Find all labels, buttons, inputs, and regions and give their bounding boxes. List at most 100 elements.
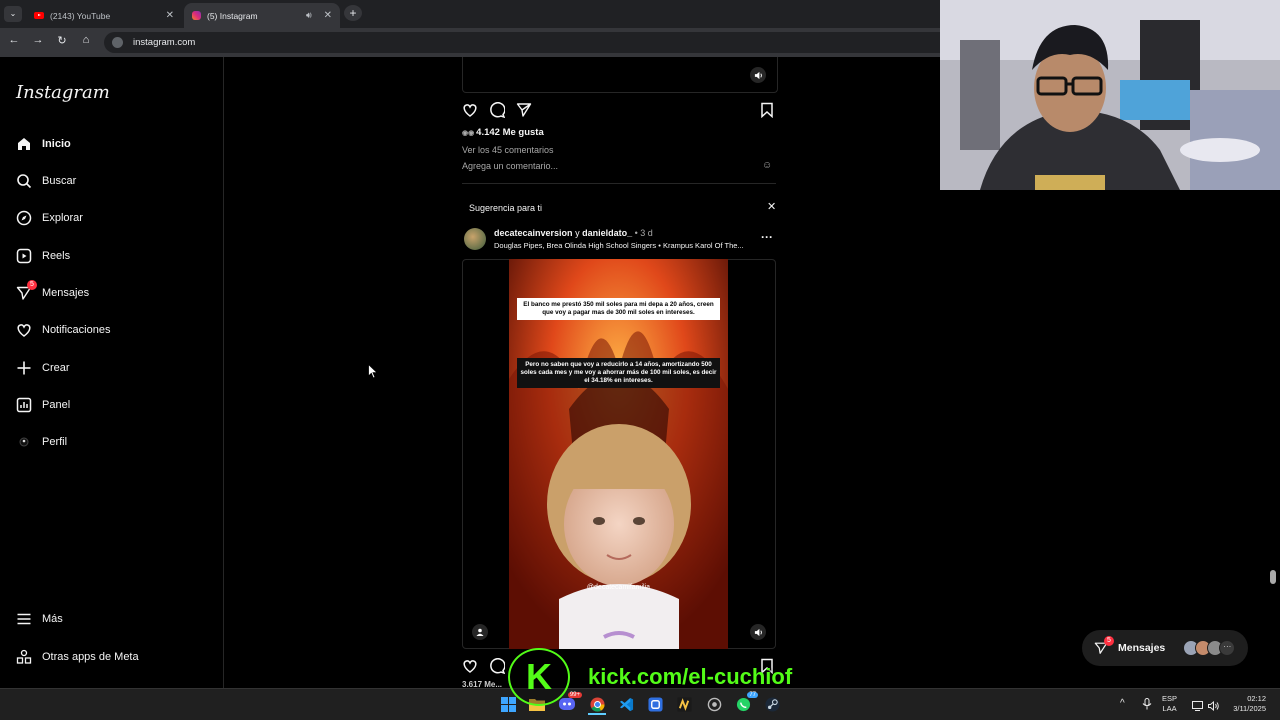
like-icon[interactable]: [462, 102, 478, 123]
menu-icon: [16, 611, 32, 627]
clock[interactable]: 02:12 3/11/2025: [1226, 694, 1266, 714]
like-icon[interactable]: [462, 658, 478, 679]
emoji-icon[interactable]: ☺: [762, 160, 772, 171]
whatsapp-icon[interactable]: 77: [734, 692, 758, 713]
plus-icon: [16, 360, 32, 376]
nav-item-inicio[interactable]: Inicio: [16, 133, 71, 155]
save-icon[interactable]: [760, 102, 774, 123]
chrome-icon[interactable]: [588, 695, 606, 715]
nav-item-mensajes[interactable]: 5 Mensajes: [16, 280, 90, 304]
tab-title: (2143) YouTube: [50, 10, 111, 21]
nav-item-buscar[interactable]: Buscar: [16, 170, 76, 192]
reload-icon[interactable]: ↻: [54, 34, 70, 47]
nav-item-explorar[interactable]: Explorar: [16, 207, 83, 229]
coauthor-link[interactable]: danieldato_: [582, 228, 632, 238]
nav-item-crear[interactable]: Crear: [16, 357, 70, 379]
messenger-icon: 5: [1094, 636, 1114, 655]
comment-icon[interactable]: [489, 102, 506, 123]
forward-icon[interactable]: →: [30, 34, 46, 46]
nav-label: Panel: [42, 399, 71, 411]
url-text: instagram.com: [133, 37, 196, 48]
webcam-overlay: [940, 0, 1280, 190]
address-bar[interactable]: instagram.com: [104, 32, 940, 53]
instagram-logo[interactable]: Instagram: [16, 82, 110, 103]
new-tab-button[interactable]: +: [344, 5, 362, 21]
kick-channel-url: kick.com/el-cuchiof: [588, 664, 793, 689]
like-count[interactable]: ◉◉ 4.142 Me gusta: [462, 127, 544, 138]
nav-item-notificaciones[interactable]: Notificaciones: [16, 319, 110, 341]
nav-label: Explorar: [42, 212, 83, 224]
reels-icon: [16, 248, 32, 264]
sound-toggle-icon[interactable]: [750, 624, 766, 640]
nav-label: Otras apps de Meta: [42, 651, 139, 663]
close-tab-icon[interactable]: ✕: [166, 10, 174, 21]
nav-label: Perfil: [42, 436, 68, 448]
tagged-users-icon[interactable]: [472, 624, 488, 640]
post-divider: [462, 183, 776, 184]
windows-start-icon[interactable]: [499, 695, 517, 713]
vscode-icon[interactable]: [617, 695, 635, 713]
whatsapp-badge: 77: [747, 692, 758, 698]
post-time: • 3 d: [634, 228, 653, 238]
more-chats-icon: ···: [1219, 640, 1236, 656]
tab-search-dropdown[interactable]: ⌄: [4, 6, 22, 22]
search-icon: [16, 173, 32, 189]
tab-youtube[interactable]: (2143) YouTube ✕: [26, 3, 182, 28]
app-icon[interactable]: [646, 695, 664, 713]
language-indicator[interactable]: ESP LAA: [1162, 694, 1177, 714]
recent-chats-avatars: ···: [1183, 640, 1236, 656]
messages-floating-button[interactable]: 5 Mensajes ···: [1082, 630, 1248, 666]
back-icon[interactable]: ←: [6, 34, 22, 46]
speaker-icon[interactable]: 🔊︎: [306, 10, 312, 21]
tab-title: (5) Instagram: [207, 10, 258, 21]
nav-label: Notificaciones: [42, 324, 111, 336]
message-count-badge: 5: [1104, 636, 1114, 646]
messages-label: Mensajes: [1118, 642, 1166, 654]
site-info-icon[interactable]: [112, 37, 123, 48]
nav-label: Inicio: [42, 138, 71, 150]
meta-apps-icon: [16, 649, 32, 665]
settings-app-icon[interactable]: [705, 695, 723, 713]
author-avatar[interactable]: [464, 228, 486, 250]
like-count-partial[interactable]: 3.617 Me...: [462, 680, 502, 688]
page-scrollbar[interactable]: [1270, 570, 1276, 584]
close-suggestion-icon[interactable]: ✕: [767, 200, 776, 213]
mouse-cursor-icon: [368, 363, 378, 384]
display-icon[interactable]: [1192, 698, 1203, 716]
message-count-badge: 5: [27, 280, 37, 290]
comment-icon[interactable]: [489, 658, 506, 679]
microphone-icon[interactable]: [1142, 697, 1152, 715]
instagram-icon: [192, 11, 201, 20]
audio-link[interactable]: Douglas Pipes, Brea Olinda High School S…: [494, 241, 758, 250]
author-link[interactable]: decatecainversion: [494, 228, 573, 238]
nav-label: Reels: [42, 250, 71, 262]
nav-label: Mensajes: [42, 287, 90, 299]
close-tab-icon[interactable]: ✕: [324, 10, 332, 21]
avatar-icon: [16, 434, 32, 450]
tab-instagram[interactable]: (5) Instagram 🔊︎ ✕: [184, 3, 340, 28]
obs-icon[interactable]: [675, 695, 693, 713]
nav-item-perfil[interactable]: Perfil: [16, 431, 67, 453]
home-button-icon[interactable]: ⌂: [78, 34, 94, 46]
keyboard-layout: LAA: [1162, 704, 1177, 713]
nav-item-reels[interactable]: Reels: [16, 245, 70, 267]
nav-item-panel[interactable]: Panel: [16, 394, 70, 416]
nav-label: Buscar: [42, 175, 77, 187]
clock-date: 3/11/2025: [1233, 704, 1266, 713]
tray-overflow-icon[interactable]: ^: [1120, 698, 1125, 709]
sound-toggle-icon[interactable]: [750, 67, 766, 83]
add-comment-input[interactable]: Agrega un comentario...: [462, 161, 558, 171]
suggestion-header: Sugerencia para ti: [469, 203, 543, 213]
nav-item-otras-apps[interactable]: Otras apps de Meta: [16, 646, 139, 668]
nav-item-mas[interactable]: Más: [16, 608, 63, 630]
previous-post-media[interactable]: [462, 57, 778, 93]
kick-logo: K: [508, 648, 570, 706]
nav-label: Más: [42, 613, 63, 625]
language-code: ESP: [1162, 694, 1178, 703]
view-comments-link[interactable]: Ver los 45 comentarios: [462, 145, 554, 155]
share-icon[interactable]: [516, 102, 532, 123]
steam-icon[interactable]: [763, 695, 781, 713]
heart-icon: [16, 322, 32, 338]
volume-icon[interactable]: [1208, 698, 1220, 716]
more-options-icon[interactable]: ···: [761, 230, 773, 244]
